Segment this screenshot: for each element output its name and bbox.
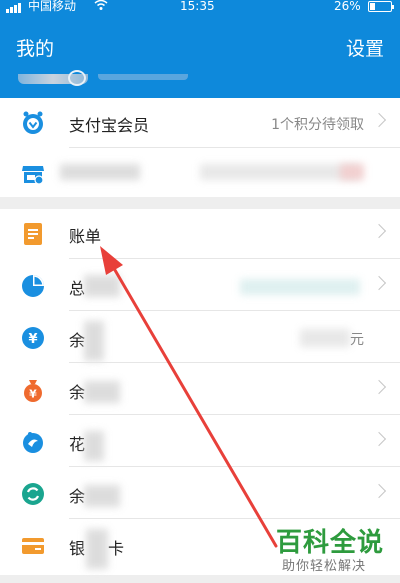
watermark-title: 百科全说: [276, 528, 385, 558]
annotation-arrow-icon: [100, 246, 278, 548]
watermark-subtitle: 助你轻松解决: [282, 559, 367, 574]
watermark-logo: 百科全说 助你轻松解决: [268, 520, 400, 578]
